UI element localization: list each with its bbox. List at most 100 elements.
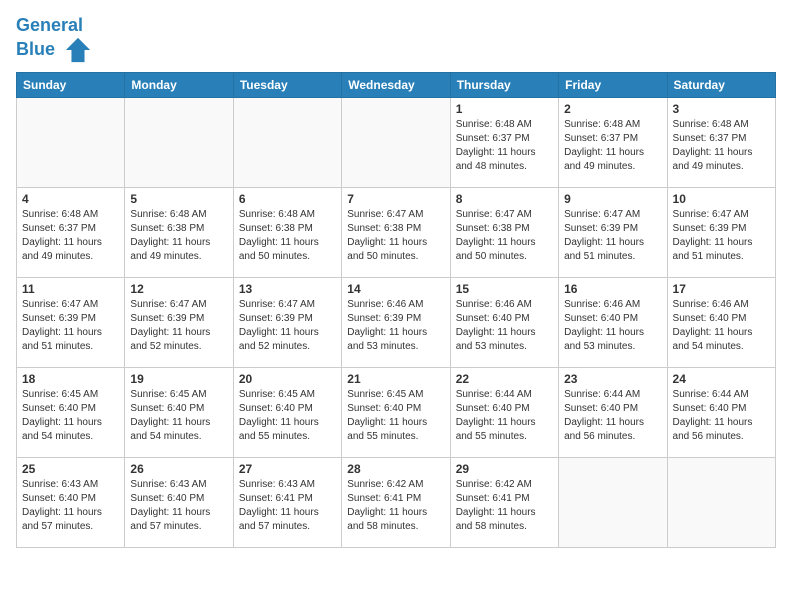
day-number: 13 (239, 282, 336, 296)
day-number: 4 (22, 192, 119, 206)
day-number: 18 (22, 372, 119, 386)
cell-info: Sunrise: 6:47 AMSunset: 6:39 PMDaylight:… (673, 208, 770, 264)
cell-info: Sunrise: 6:43 AMSunset: 6:41 PMDaylight:… (239, 478, 336, 534)
cell-info: Sunrise: 6:48 AMSunset: 6:37 PMDaylight:… (22, 208, 119, 264)
day-number: 24 (673, 372, 770, 386)
day-number: 26 (130, 462, 227, 476)
day-number: 9 (564, 192, 661, 206)
day-number: 5 (130, 192, 227, 206)
calendar-cell: 16Sunrise: 6:46 AMSunset: 6:40 PMDayligh… (559, 277, 667, 367)
col-header-wednesday: Wednesday (342, 72, 450, 97)
calendar-cell: 6 Sunrise: 6:48 AMSunset: 6:38 PMDaylight… (233, 187, 341, 277)
calendar-cell: 11 Sunrise: 6:47 AMSunset: 6:39 PMDayligh… (17, 277, 125, 367)
day-number: 7 (347, 192, 444, 206)
calendar-cell: 23 Sunrise: 6:44 AMSunset: 6:40 PMDayligh… (559, 367, 667, 457)
day-number: 12 (130, 282, 227, 296)
calendar-cell: 22 Sunrise: 6:44 AMSunset: 6:40 PMDayligh… (450, 367, 558, 457)
cell-info: Sunrise: 6:43 AMSunset: 6:40 PMDaylight:… (22, 478, 119, 534)
day-number: 19 (130, 372, 227, 386)
cell-info: Sunrise: 6:48 AMSunset: 6:37 PMDaylight:… (564, 118, 661, 174)
col-header-sunday: Sunday (17, 72, 125, 97)
calendar-cell: 24 Sunrise: 6:44 AMSunset: 6:40 PMDayligh… (667, 367, 775, 457)
day-number: 29 (456, 462, 553, 476)
day-number: 20 (239, 372, 336, 386)
calendar-cell: 26 Sunrise: 6:43 AMSunset: 6:40 PMDayligh… (125, 457, 233, 547)
cell-info: Sunrise: 6:44 AMSunset: 6:40 PMDaylight:… (673, 388, 770, 444)
calendar-cell: 14 Sunrise: 6:46 AMSunset: 6:39 PMDayligh… (342, 277, 450, 367)
calendar-cell: 17 Sunrise: 6:46 AMSunset: 6:40 PMDayligh… (667, 277, 775, 367)
day-number: 1 (456, 102, 553, 116)
cell-info: Sunrise: 6:47 AMSunset: 6:38 PMDaylight:… (456, 208, 553, 264)
cell-info: Sunrise: 6:48 AMSunset: 6:38 PMDaylight:… (239, 208, 336, 264)
calendar-cell: 29 Sunrise: 6:42 AMSunset: 6:41 PMDayligh… (450, 457, 558, 547)
calendar-cell (667, 457, 775, 547)
cell-info: Sunrise: 6:48 AMSunset: 6:37 PMDaylight:… (673, 118, 770, 174)
cell-info: Sunrise: 6:47 AMSunset: 6:39 PMDaylight:… (22, 298, 119, 354)
calendar-cell: 18 Sunrise: 6:45 AMSunset: 6:40 PMDayligh… (17, 367, 125, 457)
calendar-cell (342, 97, 450, 187)
calendar-cell: 8 Sunrise: 6:47 AMSunset: 6:38 PMDaylight… (450, 187, 558, 277)
day-number: 21 (347, 372, 444, 386)
cell-info: Sunrise: 6:48 AMSunset: 6:37 PMDaylight:… (456, 118, 553, 174)
day-number: 8 (456, 192, 553, 206)
calendar-cell: 27 Sunrise: 6:43 AMSunset: 6:41 PMDayligh… (233, 457, 341, 547)
cell-info: Sunrise: 6:45 AMSunset: 6:40 PMDaylight:… (22, 388, 119, 444)
calendar-cell: 7 Sunrise: 6:47 AMSunset: 6:38 PMDaylight… (342, 187, 450, 277)
cell-info: Sunrise: 6:44 AMSunset: 6:40 PMDaylight:… (456, 388, 553, 444)
day-number: 3 (673, 102, 770, 116)
calendar-cell: 15 Sunrise: 6:46 AMSunset: 6:40 PMDayligh… (450, 277, 558, 367)
cell-info: Sunrise: 6:46 AMSunset: 6:40 PMDaylight:… (673, 298, 770, 354)
calendar-cell: 10 Sunrise: 6:47 AMSunset: 6:39 PMDayligh… (667, 187, 775, 277)
day-number: 27 (239, 462, 336, 476)
logo-text2: Blue (16, 36, 92, 64)
calendar-cell: 25 Sunrise: 6:43 AMSunset: 6:40 PMDayligh… (17, 457, 125, 547)
cell-info: Sunrise: 6:48 AMSunset: 6:38 PMDaylight:… (130, 208, 227, 264)
calendar-cell: 13 Sunrise: 6:47 AMSunset: 6:39 PMDayligh… (233, 277, 341, 367)
day-number: 22 (456, 372, 553, 386)
day-number: 17 (673, 282, 770, 296)
day-number: 14 (347, 282, 444, 296)
calendar-cell: 2 Sunrise: 6:48 AMSunset: 6:37 PMDaylight… (559, 97, 667, 187)
day-number: 11 (22, 282, 119, 296)
week-row-3: 11 Sunrise: 6:47 AMSunset: 6:39 PMDayligh… (17, 277, 776, 367)
col-header-monday: Monday (125, 72, 233, 97)
calendar-cell (233, 97, 341, 187)
day-number: 2 (564, 102, 661, 116)
calendar-cell: 1 Sunrise: 6:48 AMSunset: 6:37 PMDaylight… (450, 97, 558, 187)
calendar-cell (17, 97, 125, 187)
col-header-thursday: Thursday (450, 72, 558, 97)
day-number: 23 (564, 372, 661, 386)
day-number: 6 (239, 192, 336, 206)
calendar-cell: 3 Sunrise: 6:48 AMSunset: 6:37 PMDaylight… (667, 97, 775, 187)
cell-info: Sunrise: 6:44 AMSunset: 6:40 PMDaylight:… (564, 388, 661, 444)
calendar-table: SundayMondayTuesdayWednesdayThursdayFrid… (16, 72, 776, 548)
calendar-cell: 5 Sunrise: 6:48 AMSunset: 6:38 PMDaylight… (125, 187, 233, 277)
calendar-cell (559, 457, 667, 547)
cell-info: Sunrise: 6:46 AMSunset: 6:39 PMDaylight:… (347, 298, 444, 354)
page-header: General Blue (16, 16, 776, 64)
cell-info: Sunrise: 6:46 AMSunset: 6:40 PMDaylight:… (456, 298, 553, 354)
day-number: 15 (456, 282, 553, 296)
calendar-cell (125, 97, 233, 187)
calendar-cell: 4 Sunrise: 6:48 AMSunset: 6:37 PMDaylight… (17, 187, 125, 277)
cell-info: Sunrise: 6:43 AMSunset: 6:40 PMDaylight:… (130, 478, 227, 534)
cell-info: Sunrise: 6:47 AMSunset: 6:39 PMDaylight:… (239, 298, 336, 354)
logo-text: General (16, 16, 92, 36)
week-row-4: 18 Sunrise: 6:45 AMSunset: 6:40 PMDayligh… (17, 367, 776, 457)
calendar-cell: 12 Sunrise: 6:47 AMSunset: 6:39 PMDayligh… (125, 277, 233, 367)
cell-info: Sunrise: 6:47 AMSunset: 6:38 PMDaylight:… (347, 208, 444, 264)
calendar-cell: 20Sunrise: 6:45 AMSunset: 6:40 PMDayligh… (233, 367, 341, 457)
week-row-5: 25 Sunrise: 6:43 AMSunset: 6:40 PMDayligh… (17, 457, 776, 547)
cell-info: Sunrise: 6:45 AMSunset: 6:40 PMDaylight:… (130, 388, 227, 444)
day-number: 28 (347, 462, 444, 476)
calendar-cell: 19 Sunrise: 6:45 AMSunset: 6:40 PMDayligh… (125, 367, 233, 457)
cell-info: Sunrise: 6:46 AMSunset: 6:40 PMDaylight:… (564, 298, 661, 354)
cell-info: Sunrise: 6:47 AMSunset: 6:39 PMDaylight:… (130, 298, 227, 354)
cell-info: Sunrise: 6:42 AMSunset: 6:41 PMDaylight:… (456, 478, 553, 534)
col-header-friday: Friday (559, 72, 667, 97)
day-number: 10 (673, 192, 770, 206)
day-number: 25 (22, 462, 119, 476)
calendar-cell: 21Sunrise: 6:45 AMSunset: 6:40 PMDayligh… (342, 367, 450, 457)
week-row-2: 4 Sunrise: 6:48 AMSunset: 6:37 PMDaylight… (17, 187, 776, 277)
week-row-1: 1 Sunrise: 6:48 AMSunset: 6:37 PMDaylight… (17, 97, 776, 187)
